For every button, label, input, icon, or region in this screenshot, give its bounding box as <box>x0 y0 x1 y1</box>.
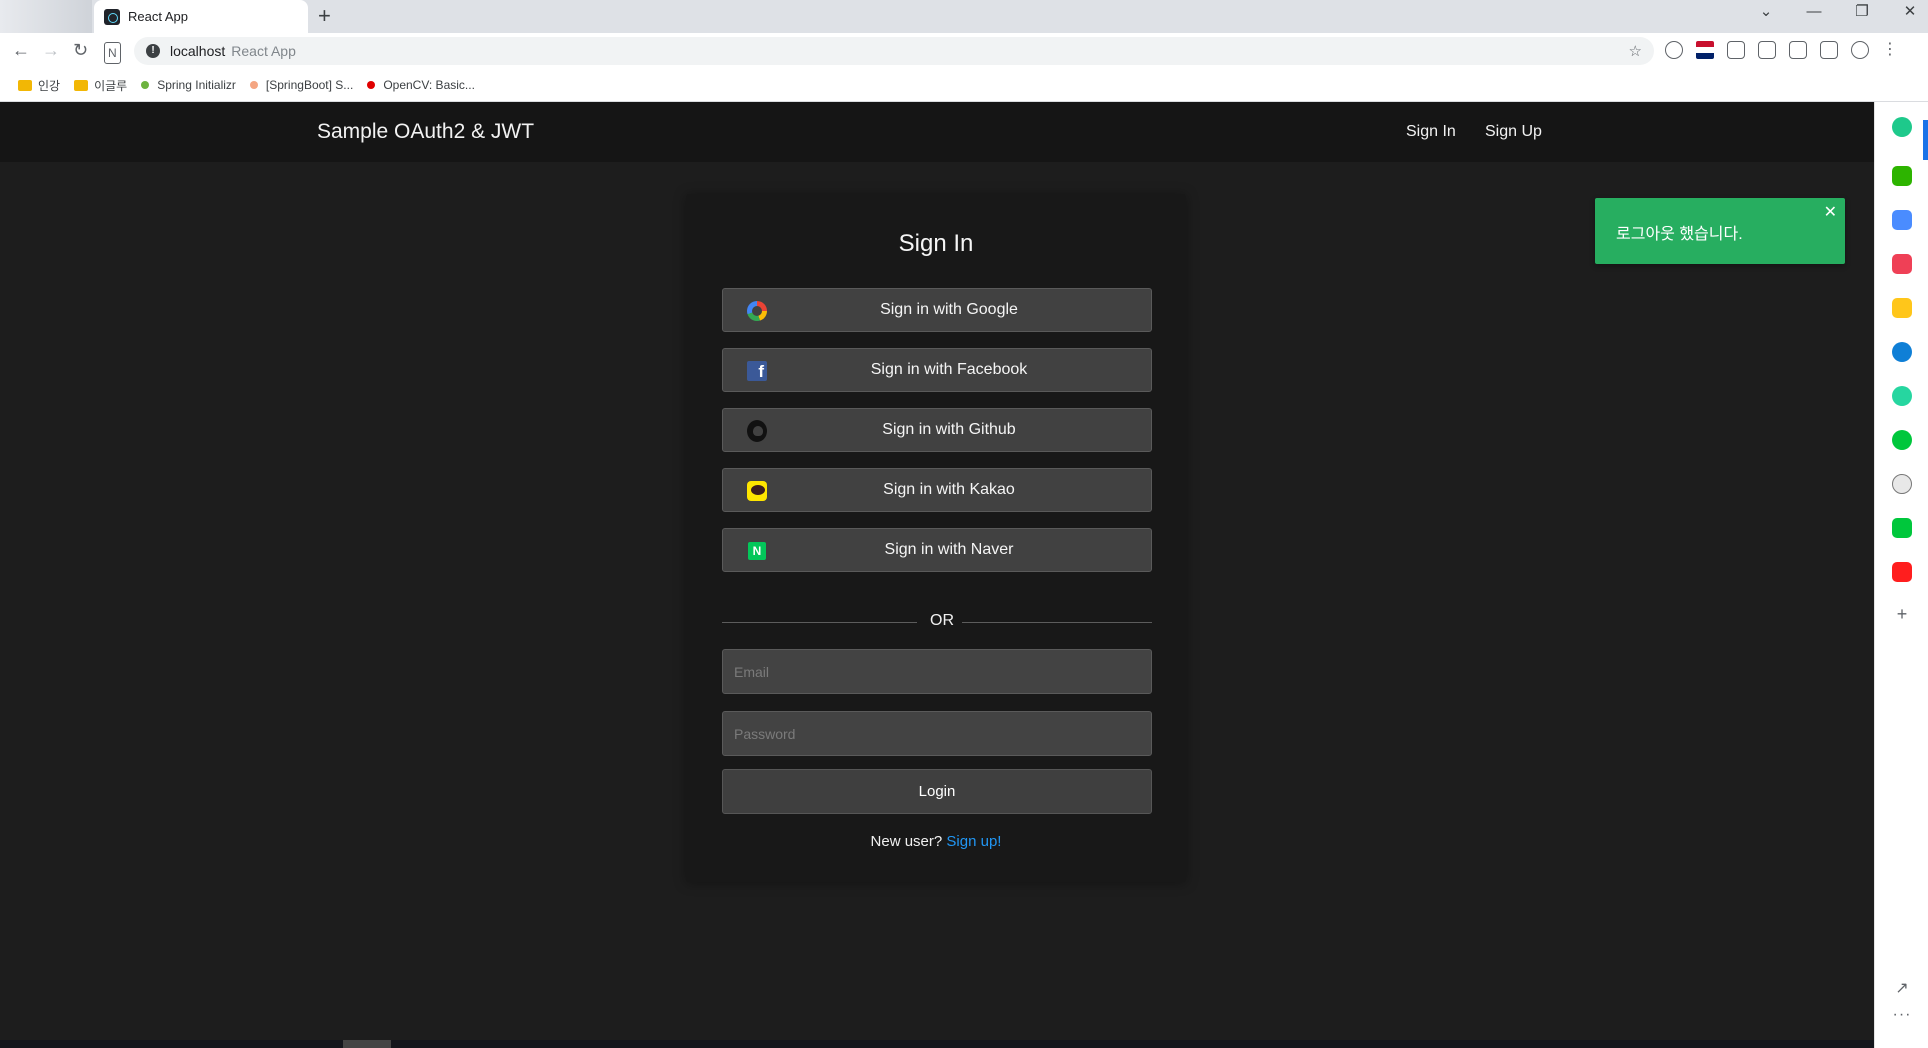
bookmarks-bar: 인강 이글루 Spring Initializr [SpringBoot] S.… <box>0 69 1928 102</box>
inactive-tab[interactable] <box>0 0 92 33</box>
side-panel-icon[interactable] <box>1820 41 1838 59</box>
facebook-icon: f <box>747 361 767 381</box>
tab-react-app[interactable]: React App <box>94 0 308 33</box>
sidebar-star-icon[interactable] <box>1892 298 1912 318</box>
kakao-signin-button[interactable]: Sign in with Kakao <box>722 468 1152 512</box>
bookmark-label: 이글루 <box>94 78 128 93</box>
facebook-signin-label: Sign in with Facebook <box>870 361 1028 378</box>
divider-line <box>962 622 1152 623</box>
sidebar-talk-icon[interactable] <box>1892 166 1912 186</box>
url-page-title: React App <box>231 43 296 59</box>
bookmark-folder-ingang[interactable]: 인강 <box>18 77 60 94</box>
browser-tabstrip: React App + ⌄ — ❐ ✕ <box>0 0 1928 33</box>
naver-signin-button[interactable]: N Sign in with Naver <box>722 528 1152 572</box>
back-icon[interactable]: ← <box>12 41 30 59</box>
facebook-signin-button[interactable]: f Sign in with Facebook <box>722 348 1152 392</box>
url-host: localhost <box>170 43 226 59</box>
spring-dot-icon <box>141 81 150 89</box>
divider-line <box>722 622 917 623</box>
window-controls: ⌄ — ❐ ✕ <box>1756 2 1920 21</box>
naver-icon: N <box>747 541 767 561</box>
sidebar-webtoon-icon[interactable] <box>1892 518 1912 538</box>
app-viewport: Sample OAuth2 & JWT Sign In Sign Up Sign… <box>0 102 1874 1048</box>
folder-icon <box>18 79 32 91</box>
sidebar-play-icon[interactable] <box>1892 386 1912 406</box>
translate-flag-icon[interactable] <box>1696 41 1714 59</box>
nav-signup-link[interactable]: Sign Up <box>1485 123 1542 141</box>
password-input[interactable] <box>722 711 1152 756</box>
github-signin-label: Sign in with Github <box>882 421 1016 438</box>
browser-sidebar: + ↗ ··· <box>1874 102 1928 1048</box>
sidebar-calendar-icon[interactable] <box>1892 210 1912 230</box>
signup-link[interactable]: Sign up! <box>946 833 1001 850</box>
sidebar-app-icon[interactable] <box>1892 117 1912 137</box>
kakao-icon <box>747 481 767 501</box>
signin-card: Sign In Sign in with Google f Sign in wi… <box>686 194 1186 882</box>
logout-toast: 로그아웃 했습니다. ✕ <box>1595 198 1845 264</box>
github-signin-button[interactable]: Sign in with Github <box>722 408 1152 452</box>
new-user-text: New user? <box>870 833 943 850</box>
restore-icon[interactable]: ❐ <box>1852 2 1872 20</box>
bookmark-springboot[interactable]: [SpringBoot] S... <box>249 78 354 92</box>
bookmark-label: OpenCV: Basic... <box>383 78 475 92</box>
more-icon[interactable]: ··· <box>1875 1006 1928 1024</box>
forward-icon[interactable]: → <box>42 41 60 59</box>
or-divider: OR <box>722 612 1152 632</box>
bookmark-opencv[interactable]: OpenCV: Basic... <box>367 78 475 92</box>
screenshot-icon[interactable] <box>1789 41 1807 59</box>
sidebar-add-icon[interactable]: + <box>1875 604 1928 625</box>
close-icon[interactable]: ✕ <box>1900 2 1920 20</box>
sidebar-scrollbar[interactable] <box>1923 120 1928 160</box>
minimize-icon[interactable]: — <box>1804 3 1824 20</box>
menu-icon[interactable]: ⋮ <box>1882 41 1898 59</box>
nav-signin-link[interactable]: Sign In <box>1406 123 1456 141</box>
google-signin-label: Sign in with Google <box>880 301 1018 318</box>
or-label: OR <box>930 612 954 629</box>
toolbar-extensions: ⋮ <box>1665 41 1898 59</box>
login-button[interactable]: Login <box>722 769 1152 814</box>
folder-icon <box>74 79 89 91</box>
download-icon[interactable] <box>1727 41 1745 59</box>
bookmark-label: Spring Initializr <box>157 78 236 92</box>
sidebar-now-icon[interactable] <box>1892 562 1912 582</box>
profile-icon[interactable] <box>1851 41 1869 59</box>
tab-search-icon[interactable]: ⌄ <box>1756 2 1776 20</box>
bookmark-spring-initializr[interactable]: Spring Initializr <box>141 78 236 92</box>
google-icon <box>747 301 767 321</box>
site-info-icon[interactable]: ! <box>146 44 160 58</box>
brand-title[interactable]: Sample OAuth2 & JWT <box>317 120 534 144</box>
extension-icon[interactable] <box>1665 41 1683 59</box>
notion-extension-icon[interactable]: N <box>104 42 121 64</box>
email-input[interactable] <box>722 649 1152 694</box>
sidebar-avatar-icon[interactable] <box>1892 474 1912 494</box>
cast-icon[interactable] <box>1758 41 1776 59</box>
browser-toolbar: ← → ↻ N ! localhost React App ☆ ⋮ <box>0 33 1928 69</box>
naver-signin-label: Sign in with Naver <box>884 541 1014 558</box>
taskbar-item[interactable] <box>343 1040 391 1048</box>
external-link-icon[interactable]: ↗ <box>1875 978 1928 998</box>
blog-dot-icon <box>249 81 258 89</box>
opencv-dot-icon <box>367 81 376 89</box>
signin-title: Sign In <box>898 230 974 257</box>
address-bar[interactable]: ! localhost React App ☆ <box>134 37 1654 65</box>
kakao-signin-label: Sign in with Kakao <box>883 481 1015 498</box>
bookmark-star-icon[interactable]: ☆ <box>1629 42 1642 60</box>
close-icon[interactable]: ✕ <box>1824 202 1837 222</box>
reload-icon[interactable]: ↻ <box>73 41 88 59</box>
sidebar-pocket-icon[interactable] <box>1892 254 1912 274</box>
sidebar-naver-icon[interactable] <box>1892 430 1912 450</box>
toast-message: 로그아웃 했습니다. <box>1616 226 1743 243</box>
app-header: Sample OAuth2 & JWT Sign In Sign Up <box>0 102 1874 162</box>
tab-title: React App <box>128 9 188 24</box>
new-tab-button[interactable]: + <box>318 4 331 28</box>
github-icon <box>747 420 767 442</box>
bookmark-label: [SpringBoot] S... <box>265 78 354 92</box>
taskbar-strip <box>0 1040 1874 1048</box>
google-signin-button[interactable]: Sign in with Google <box>722 288 1152 332</box>
bookmark-folder-egloos[interactable]: 이글루 <box>74 77 127 94</box>
signup-prompt: New user? Sign up! <box>686 833 1186 850</box>
react-icon <box>104 8 120 25</box>
sidebar-edge-icon[interactable] <box>1892 342 1912 362</box>
bookmark-label: 인강 <box>38 78 61 93</box>
